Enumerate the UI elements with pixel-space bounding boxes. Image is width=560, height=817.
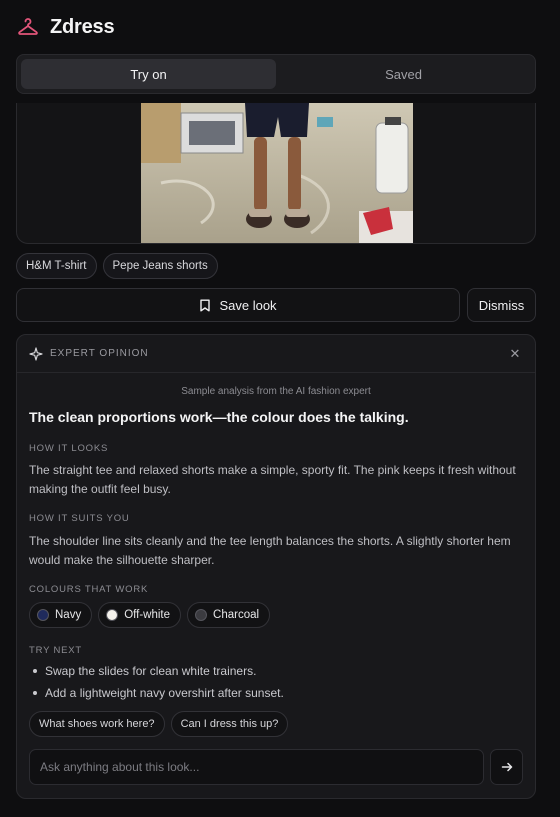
send-button[interactable]: [490, 749, 523, 785]
tab-try-on[interactable]: Try on: [21, 59, 276, 89]
colour-swatch: [37, 609, 49, 621]
save-look-button[interactable]: Save look: [16, 288, 460, 322]
how-it-suits-text: The shoulder line sits cleanly and the t…: [29, 534, 511, 567]
expert-opinion-panel: EXPERT OPINION ✕ Sample analysis from th…: [16, 334, 536, 799]
suggestion-chip[interactable]: What shoes work here?: [29, 711, 165, 737]
suggested-questions: What shoes work here? Can I dress this u…: [29, 711, 523, 737]
arrow-right-icon: [501, 761, 513, 773]
try-next-text: Add a lightweight navy overshirt after s…: [45, 686, 284, 700]
garment-tags: H&M T-shirt Pepe Jeans shorts: [16, 253, 218, 279]
sparkle-icon: [29, 346, 43, 361]
garment-tag[interactable]: H&M T-shirt: [16, 253, 97, 279]
close-icon[interactable]: ✕: [507, 346, 523, 362]
bullet-icon: [33, 669, 37, 673]
colour-name: Navy: [55, 609, 82, 621]
section-label-how-it-looks: HOW IT LOOKS: [29, 443, 109, 454]
expert-opinion-label: EXPERT OPINION: [50, 348, 149, 359]
colour-name: Charcoal: [213, 609, 260, 621]
how-it-looks-text: The straight tee and relaxed shorts make…: [29, 463, 516, 496]
try-next-list: Swap the slides for clean white trainers…: [29, 660, 523, 704]
colour-name: Off-white: [124, 609, 171, 621]
expert-opinion-body: Sample analysis from the AI fashion expe…: [17, 386, 535, 737]
bullet-icon: [33, 691, 37, 695]
section-label-colours: COLOURS THAT WORK: [29, 584, 149, 595]
app-header: Zdress: [0, 0, 560, 54]
hanger-icon: [16, 15, 40, 39]
suggestion-chip[interactable]: Can I dress this up?: [170, 711, 289, 737]
section-label-try-next: TRY NEXT: [29, 645, 83, 656]
ask-input[interactable]: [29, 749, 484, 785]
garment-tag[interactable]: Pepe Jeans shorts: [102, 253, 218, 279]
bookmark-icon: [199, 299, 211, 312]
try-on-photo: [141, 103, 413, 243]
list-item: Swap the slides for clean white trainers…: [29, 660, 523, 682]
colour-swatch: [106, 609, 119, 621]
app-title: Zdress: [50, 15, 115, 38]
colour-chip-navy[interactable]: Navy: [29, 602, 93, 628]
try-next-text: Swap the slides for clean white trainers…: [45, 664, 257, 678]
colour-chips: Navy Off-white Charcoal: [29, 602, 523, 628]
sample-note: Sample analysis from the AI fashion expe…: [181, 386, 371, 397]
opinion-headline: The clean proportions work—the colour do…: [29, 409, 409, 425]
section-label-how-it-suits: HOW IT SUITS YOU: [29, 513, 130, 524]
colour-swatch: [195, 609, 208, 621]
save-look-label: Save look: [219, 297, 277, 313]
colour-chip-off-white[interactable]: Off-white: [98, 602, 182, 628]
colour-chip-charcoal[interactable]: Charcoal: [187, 602, 271, 628]
view-tabs: Try on Saved: [16, 54, 536, 94]
tab-saved[interactable]: Saved: [276, 59, 531, 89]
expert-opinion-header: EXPERT OPINION ✕: [17, 335, 535, 373]
dismiss-button[interactable]: Dismiss: [467, 288, 536, 322]
try-on-photo-card: [16, 103, 536, 244]
list-item: Add a lightweight navy overshirt after s…: [29, 682, 523, 704]
